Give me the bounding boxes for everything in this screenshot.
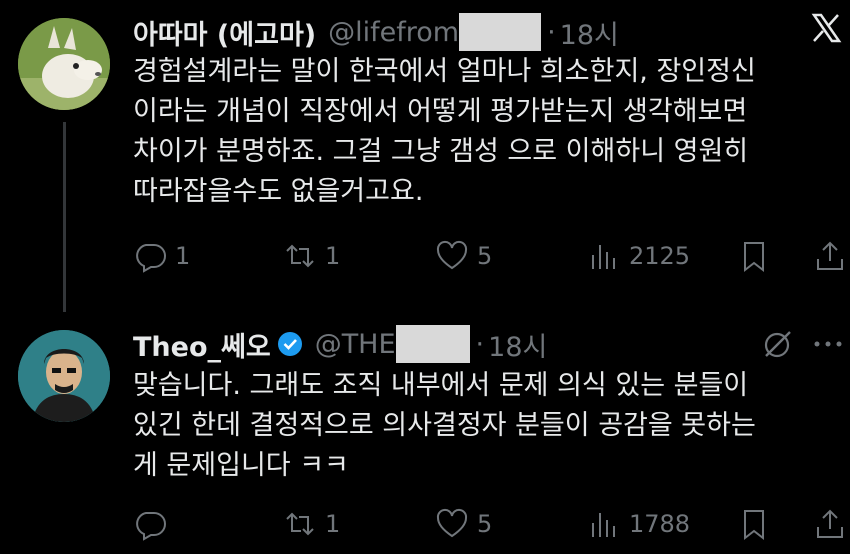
tweet-text-line: 이라는 개념이 직장에서 어떻게 평가받는지 생각해보면 [133,96,748,127]
view-count: 1788 [629,510,691,538]
reply-icon [136,244,166,273]
tweet-header: 아따마 (에고마) @lifefrom · 18시 [133,12,619,52]
view-count: 2125 [629,242,691,270]
redaction-box [395,325,470,363]
share-button[interactable] [813,236,847,276]
reply-button[interactable]: 1 [133,236,190,276]
heart-icon [436,240,468,270]
like-count: 5 [477,242,493,270]
bookmark-button[interactable] [737,236,771,276]
views-button[interactable]: 1788 [587,504,690,544]
tweet-header: Theo_쎄오 @THE · 18시 [133,324,547,364]
retweet-button[interactable]: 1 [283,236,340,276]
bookmark-button[interactable] [737,504,771,544]
avatar-llama[interactable] [18,18,110,110]
thread-line [63,122,66,312]
separator-dot: · [547,16,556,48]
timestamp[interactable]: 18시 [488,325,547,364]
like-count: 5 [477,510,493,538]
retweet-count: 1 [325,510,341,538]
heart-icon [436,508,468,538]
tweet-text: 경험설계라는 말이 한국에서 얼마나 희소한지, 장인정신 이라는 개념이 직장… [133,52,833,212]
share-button[interactable] [813,504,847,544]
tweet-text: 맞습니다. 그래도 조직 내부에서 문제 의식 있는 분들이 있긴 한데 결정적… [133,366,833,486]
tweet-2[interactable]: Theo_쎄오 @THE · 18시 맞습니다. 그래도 조직 내부에서 문제 … [0,310,850,554]
tweet-1[interactable]: 아따마 (에고마) @lifefrom · 18시 경험설계라는 말이 한국에서… [0,0,850,312]
retweet-button[interactable]: 1 [283,504,340,544]
share-icon [817,241,843,270]
bookmark-icon [744,242,764,273]
tweet-text-line: 있긴 한데 결정적으로 의사결정자 분들이 공감을 못하는 [133,410,756,441]
x-logo-icon[interactable] [808,10,844,46]
retweet-count: 1 [325,242,341,270]
timestamp[interactable]: 18시 [560,13,619,52]
more-icon[interactable] [812,334,844,354]
separator-dot: · [475,328,485,360]
retweet-icon [286,244,314,268]
action-bar: 1 1 5 2125 [133,236,850,276]
bar-chart-icon [592,245,615,269]
reply-count: 1 [175,242,191,270]
tweet-text-line: 따라잡을수도 없을거고요. [133,176,424,207]
display-name[interactable]: Theo_쎄오 [133,325,271,364]
retweet-icon [286,512,314,536]
reply-button[interactable] [133,504,175,544]
views-button[interactable]: 2125 [587,236,690,276]
redaction-box [459,13,542,51]
action-bar: 1 5 1788 [133,504,850,544]
tweet-text-line: 맞습니다. 그래도 조직 내부에서 문제 의식 있는 분들이 [133,370,749,401]
verified-badge-icon [277,332,302,356]
handle[interactable]: @THE [315,329,396,360]
like-button[interactable]: 5 [435,504,492,544]
tweet-text-line: 차이가 분명하죠. 그걸 그냥 갬성 으로 이해하니 영원히 [133,136,749,167]
handle[interactable]: @lifefrom [328,17,459,48]
tweet-text-line: 경험설계라는 말이 한국에서 얼마나 희소한지, 장인정신 [133,56,756,87]
avatar-theo[interactable] [18,330,110,422]
tweet-text-line: 게 문제입니다 ㅋㅋ [133,450,349,481]
share-icon [817,509,843,538]
display-name[interactable]: 아따마 (에고마) [133,13,316,52]
bookmark-icon [744,510,764,541]
grok-icon[interactable] [760,328,794,362]
bar-chart-icon [592,513,615,537]
reply-icon [136,512,166,541]
like-button[interactable]: 5 [435,236,492,276]
